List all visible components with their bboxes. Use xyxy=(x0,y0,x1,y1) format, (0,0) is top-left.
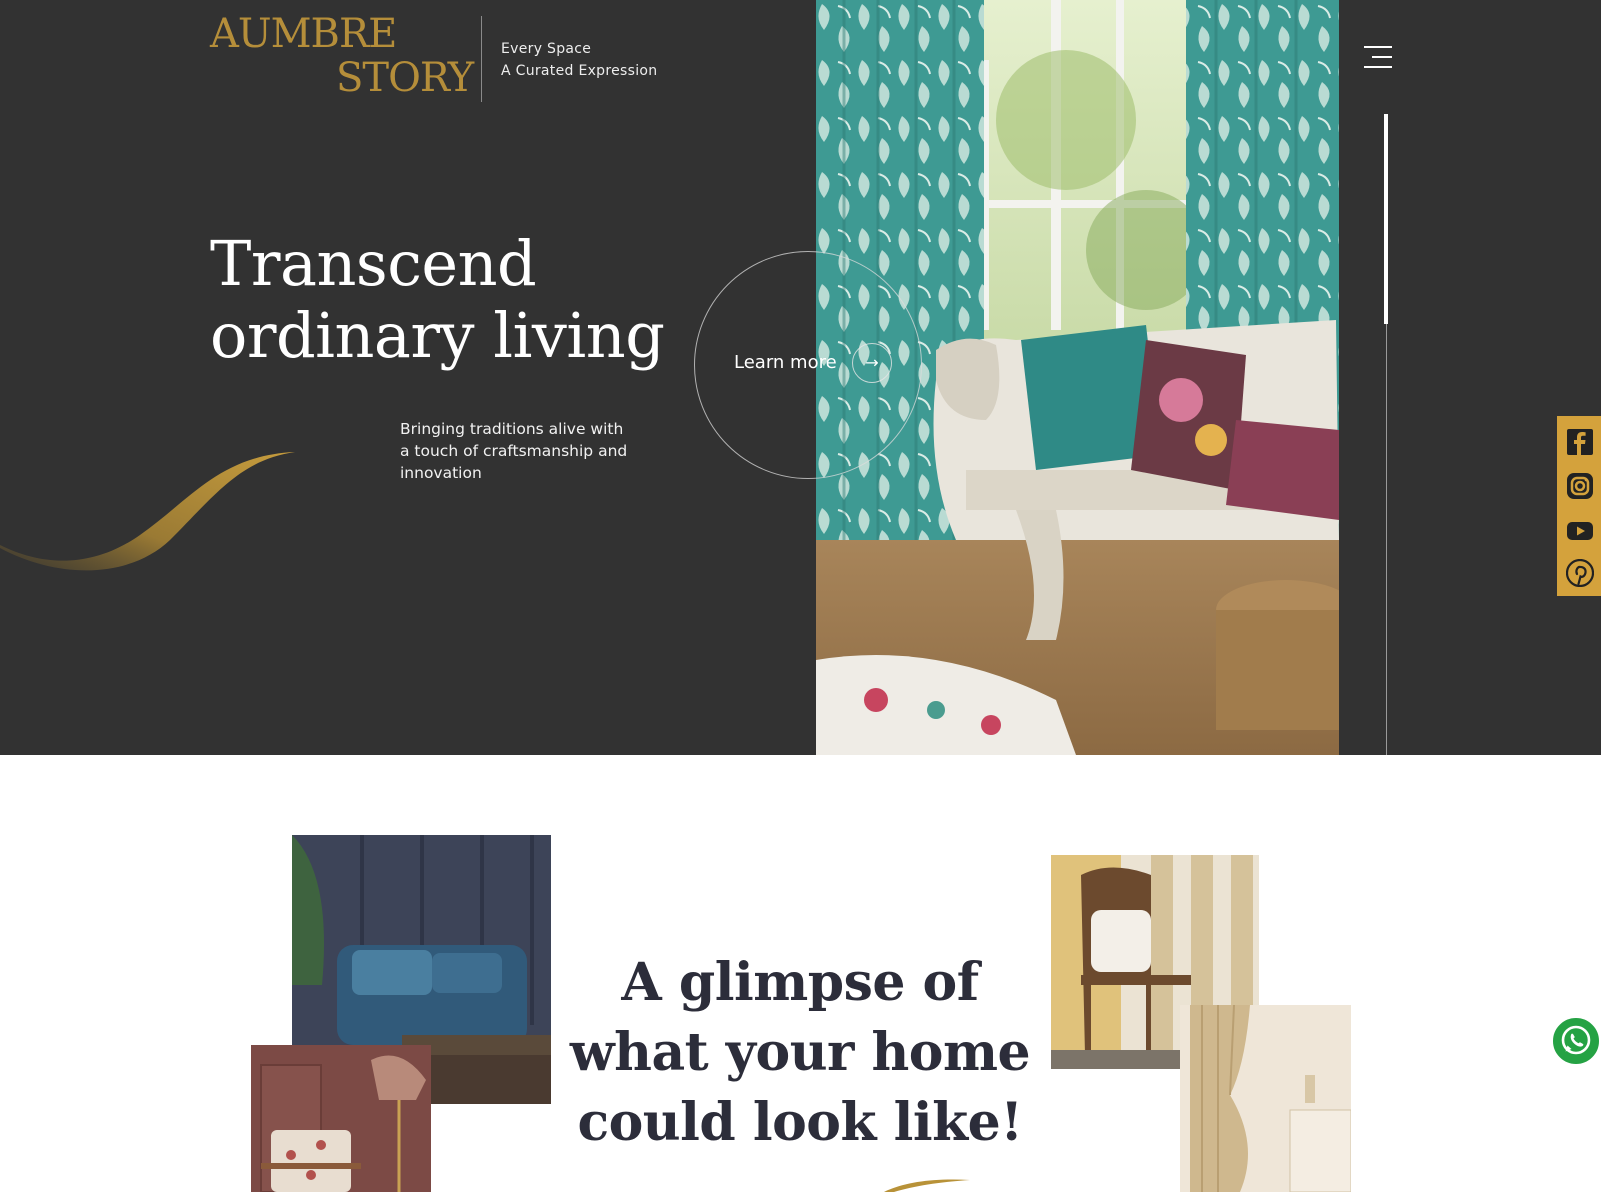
gold-swoosh-decoration-2 xyxy=(884,1179,970,1192)
menu-line-2 xyxy=(1372,56,1392,58)
scroll-indicator[interactable] xyxy=(1384,114,1388,324)
hamburger-menu-button[interactable] xyxy=(1360,44,1392,72)
tagline-line-1: Every Space xyxy=(501,41,592,57)
menu-line-1 xyxy=(1364,46,1392,48)
menu-line-3 xyxy=(1364,66,1392,68)
brand-tagline: Every Space A Curated Expression xyxy=(501,38,657,82)
tagline-line-2: A Curated Expression xyxy=(501,63,658,79)
whatsapp-chat-button[interactable] xyxy=(1551,1016,1601,1066)
facebook-icon[interactable] xyxy=(1566,428,1594,456)
logo-line-2: STORY xyxy=(336,55,474,101)
youtube-icon[interactable] xyxy=(1566,517,1594,545)
pinterest-icon[interactable] xyxy=(1566,559,1594,587)
brand-logo[interactable]: AUMBRE STORY xyxy=(210,11,474,104)
photo-armchair-lamp xyxy=(251,1045,431,1192)
photo-beige-curtain xyxy=(1180,1005,1351,1192)
logo-divider xyxy=(481,16,482,102)
social-sidebar xyxy=(1557,416,1601,596)
whatsapp-icon xyxy=(1561,1025,1591,1055)
arrow-right-icon[interactable]: → xyxy=(852,343,892,383)
learn-more-link[interactable]: Learn more xyxy=(734,352,837,373)
gold-swoosh-decoration xyxy=(0,452,295,571)
hero-section: AUMBRE STORY Every Space A Curated Expre… xyxy=(0,0,1601,755)
hero-title-line-2: ordinary living xyxy=(210,299,665,372)
hero-subtitle: Bringing traditions alive with a touch o… xyxy=(400,420,628,482)
hero-title: Transcend ordinary living xyxy=(210,227,665,372)
logo-line-1: AUMBRE xyxy=(210,11,397,57)
instagram-icon[interactable] xyxy=(1566,472,1594,500)
section-title: A glimpse of what your home could look l… xyxy=(569,952,1031,1153)
hero-title-line-1: Transcend xyxy=(210,227,537,300)
